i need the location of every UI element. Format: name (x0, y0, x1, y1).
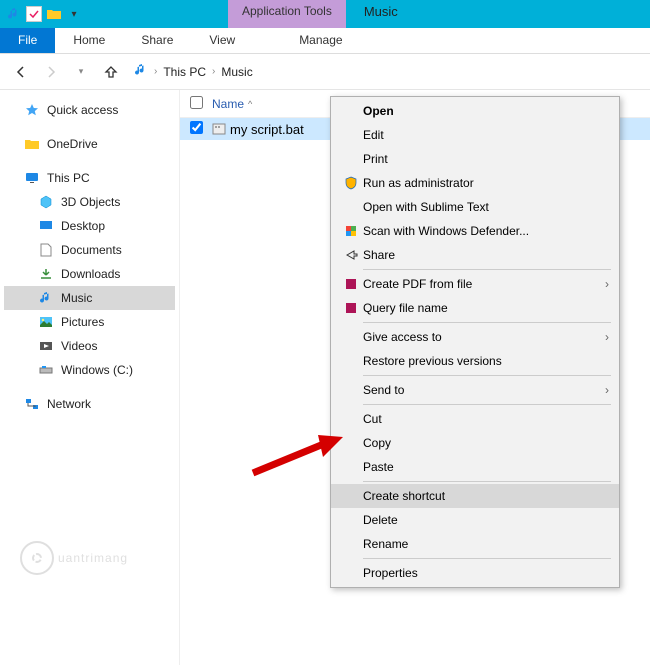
breadcrumb-this-pc[interactable]: This PC (163, 65, 206, 79)
sidebar-item-downloads[interactable]: Downloads (4, 262, 175, 286)
chevron-right-icon: › (605, 277, 609, 291)
menu-item-edit[interactable]: Edit (331, 123, 619, 147)
sort-asc-icon: ^ (248, 99, 252, 109)
sidebar-item-documents[interactable]: Documents (4, 238, 175, 262)
monitor-icon (24, 170, 40, 186)
menu-item-create-shortcut[interactable]: Create shortcut (331, 484, 619, 508)
file-list-pane: Name ^ # Title Contributing my script.ba… (180, 90, 650, 665)
menu-item-send-to[interactable]: Send to› (331, 378, 619, 402)
qat-icon[interactable] (26, 6, 42, 22)
menu-item-scan-defender[interactable]: Scan with Windows Defender... (331, 219, 619, 243)
sidebar-item-windows-c[interactable]: Windows (C:) (4, 358, 175, 382)
tab-share[interactable]: Share (123, 28, 191, 53)
address-bar-row: ▾ › This PC › Music (0, 54, 650, 90)
contextual-tab-application-tools[interactable]: Application Tools (228, 0, 346, 28)
cube-icon (38, 194, 54, 210)
menu-item-properties[interactable]: Properties (331, 561, 619, 585)
qat-dropdown-icon[interactable]: ▾ (66, 6, 82, 22)
sidebar-item-label: Quick access (47, 103, 118, 117)
sidebar-item-label: This PC (47, 171, 90, 185)
sidebar-item-label: Desktop (61, 219, 105, 233)
menu-item-give-access[interactable]: Give access to› (331, 325, 619, 349)
sidebar-item-label: Pictures (61, 315, 104, 329)
drive-icon (38, 362, 54, 378)
folder-icon[interactable] (46, 6, 62, 22)
network-icon (24, 396, 40, 412)
menu-item-rename[interactable]: Rename (331, 532, 619, 556)
menu-item-create-pdf[interactable]: Create PDF from file› (331, 272, 619, 296)
sidebar-item-label: 3D Objects (61, 195, 120, 209)
sidebar-item-onedrive[interactable]: OneDrive (4, 132, 175, 156)
pdf-icon (339, 277, 363, 291)
menu-item-run-admin[interactable]: Run as administrator (331, 171, 619, 195)
sidebar-item-label: OneDrive (47, 137, 98, 151)
forward-button[interactable] (40, 61, 62, 83)
recent-dropdown-icon[interactable]: ▾ (70, 61, 92, 83)
menu-item-delete[interactable]: Delete (331, 508, 619, 532)
menu-item-query-file[interactable]: Query file name (331, 296, 619, 320)
tab-home[interactable]: Home (55, 28, 123, 53)
tab-file[interactable]: File (0, 28, 55, 53)
column-label: Name (212, 97, 244, 111)
music-note-icon (134, 63, 148, 80)
folder-icon (24, 136, 40, 152)
sidebar-item-label: Music (61, 291, 92, 305)
share-icon (339, 248, 363, 262)
sidebar-item-label: Downloads (61, 267, 120, 281)
sidebar-item-3d-objects[interactable]: 3D Objects (4, 190, 175, 214)
defender-icon (339, 224, 363, 238)
titlebar: ▾ Application Tools Music (0, 0, 650, 28)
picture-icon (38, 314, 54, 330)
sidebar-item-music[interactable]: Music (4, 286, 175, 310)
sidebar-item-desktop[interactable]: Desktop (4, 214, 175, 238)
breadcrumb-music[interactable]: Music (221, 65, 252, 79)
ribbon: File Home Share View Manage (0, 28, 650, 54)
select-all-checkbox[interactable] (190, 96, 203, 109)
menu-item-restore-previous[interactable]: Restore previous versions (331, 349, 619, 373)
sidebar-item-network[interactable]: Network (4, 392, 175, 416)
download-icon (38, 266, 54, 282)
music-note-icon (38, 290, 54, 306)
row-checkbox[interactable] (190, 121, 203, 134)
menu-item-print[interactable]: Print (331, 147, 619, 171)
document-icon (38, 242, 54, 258)
sidebar-item-label: Network (47, 397, 91, 411)
sidebar-item-quick-access[interactable]: Quick access (4, 98, 175, 122)
sidebar-item-videos[interactable]: Videos (4, 334, 175, 358)
star-icon (24, 102, 40, 118)
menu-item-cut[interactable]: Cut (331, 407, 619, 431)
chevron-right-icon: › (605, 330, 609, 344)
navigation-pane: Quick access OneDrive This PC 3D Objects… (0, 90, 180, 665)
chevron-right-icon[interactable]: › (154, 66, 157, 77)
sidebar-item-label: Documents (61, 243, 122, 257)
menu-item-open[interactable]: Open (331, 99, 619, 123)
context-menu: Open Edit Print Run as administrator Ope… (330, 96, 620, 588)
back-button[interactable] (10, 61, 32, 83)
window-title: Music (346, 0, 416, 28)
menu-item-share[interactable]: Share (331, 243, 619, 267)
tab-manage[interactable]: Manage (281, 28, 360, 53)
video-icon (38, 338, 54, 354)
breadcrumb[interactable]: › This PC › Music (134, 63, 253, 80)
file-name: my script.bat (230, 122, 304, 137)
sidebar-item-label: Windows (C:) (61, 363, 133, 377)
tab-view[interactable]: View (191, 28, 253, 53)
batch-file-icon (212, 122, 230, 136)
menu-item-copy[interactable]: Copy (331, 431, 619, 455)
sidebar-item-this-pc[interactable]: This PC (4, 166, 175, 190)
desktop-icon (38, 218, 54, 234)
quick-access-toolbar: ▾ (0, 0, 88, 28)
pdf-icon (339, 301, 363, 315)
chevron-right-icon: › (605, 383, 609, 397)
chevron-right-icon[interactable]: › (212, 66, 215, 77)
sidebar-item-label: Videos (61, 339, 97, 353)
music-note-icon[interactable] (6, 6, 22, 22)
menu-item-paste[interactable]: Paste (331, 455, 619, 479)
shield-icon (339, 176, 363, 190)
up-button[interactable] (100, 61, 122, 83)
sidebar-item-pictures[interactable]: Pictures (4, 310, 175, 334)
menu-item-open-sublime[interactable]: Open with Sublime Text (331, 195, 619, 219)
